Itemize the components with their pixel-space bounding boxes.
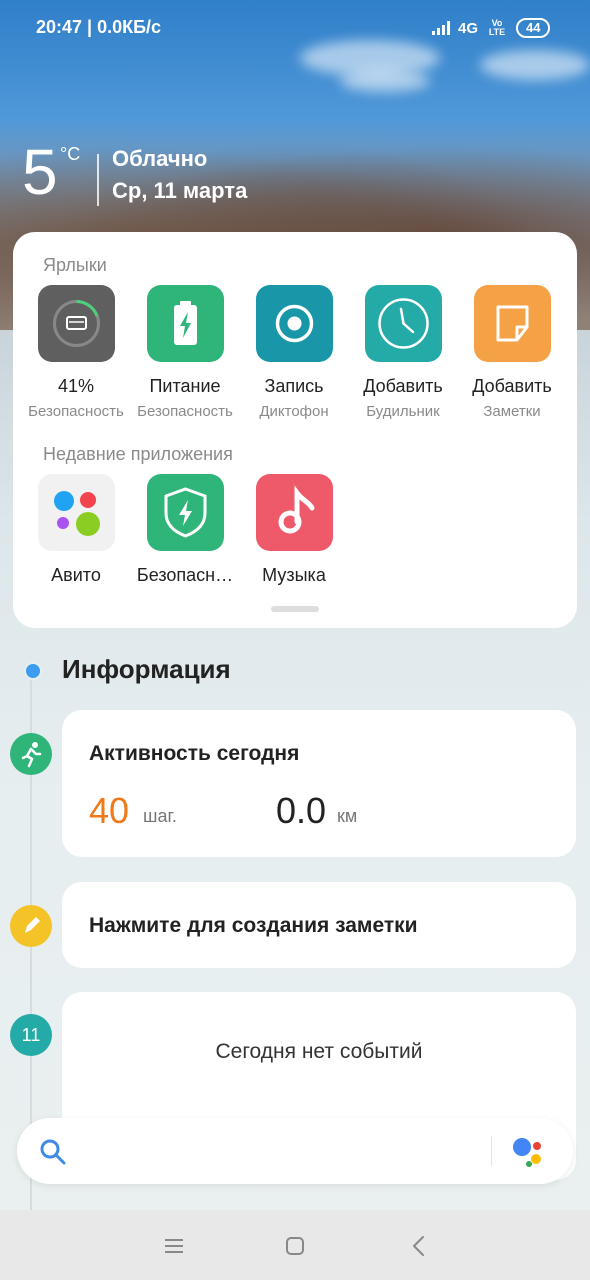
cleaner-icon <box>37 285 115 362</box>
weather-date: Ср, 11 марта <box>112 178 248 203</box>
music-icon <box>255 474 333 551</box>
info-dot-icon <box>24 662 42 680</box>
security-shield-icon <box>146 474 224 551</box>
recent-app-security[interactable]: Безопасн… <box>130 474 240 586</box>
search-icon <box>39 1138 67 1171</box>
activity-card[interactable]: Активность сегодня 40 шаг. 0.0 км <box>62 710 576 857</box>
recent-app-avito[interactable]: Авито <box>21 474 131 586</box>
shortcut-record[interactable]: Запись Диктофон <box>239 285 349 420</box>
google-assistant-icon[interactable] <box>510 1134 546 1175</box>
shortcut-note[interactable]: Добавить Заметки <box>457 285 567 420</box>
shortcuts-title: Ярлыки <box>43 255 107 275</box>
pencil-icon <box>10 905 52 947</box>
shortcuts-panel: Ярлыки 41% Безопасность Питание Безопасн… <box>13 232 577 628</box>
panel-drag-handle[interactable] <box>271 606 319 612</box>
recent-app-label: Авито <box>51 565 101 585</box>
battery-icon: 44 <box>516 18 551 38</box>
note-card[interactable]: Нажмите для создания заметки <box>62 882 576 968</box>
note-prompt: Нажмите для создания заметки <box>89 914 418 937</box>
shortcut-label: Добавить <box>363 376 443 396</box>
shortcut-label: Запись <box>264 376 324 396</box>
note-icon <box>473 285 551 362</box>
shortcut-power[interactable]: Питание Безопасность <box>130 285 240 420</box>
recent-app-label: Музыка <box>262 565 326 585</box>
weather-temperature: 5 <box>22 136 58 208</box>
shortcut-sublabel: Диктофон <box>259 403 329 420</box>
shortcut-cleaner[interactable]: 41% Безопасность <box>21 285 131 420</box>
clock-icon <box>364 285 442 362</box>
shortcut-label: Добавить <box>472 376 552 396</box>
avito-icon <box>37 474 115 551</box>
steps-unit: шаг. <box>143 806 177 826</box>
running-icon <box>10 733 52 775</box>
calendar-day-icon: 11 <box>10 1014 52 1056</box>
shortcut-sublabel: Безопасность <box>28 403 124 420</box>
weather-unit: °C <box>60 144 81 164</box>
shortcut-sublabel: Заметки <box>483 403 541 420</box>
battery-icon <box>146 285 224 362</box>
shortcut-sublabel: Будильник <box>366 403 440 420</box>
volte-icon: Vo LTE <box>488 18 506 37</box>
weather-condition: Облачно <box>112 146 208 171</box>
information-title: Информация <box>62 654 231 684</box>
distance-value: 0.0 <box>276 790 327 831</box>
shortcut-label: Питание <box>149 376 221 396</box>
menu-icon[interactable] <box>160 1232 188 1260</box>
search-bar[interactable] <box>17 1118 573 1184</box>
recent-app-music[interactable]: Музыка <box>239 474 349 586</box>
record-icon <box>255 285 333 362</box>
back-icon[interactable] <box>405 1232 433 1260</box>
calendar-empty-text: Сегодня нет событий <box>215 1040 423 1063</box>
shortcut-label: 41% <box>57 376 95 396</box>
shortcut-alarm[interactable]: Добавить Будильник <box>348 285 458 420</box>
status-bar: 20:47 | 0.0КБ/с 4G Vo LTE 44 <box>0 0 590 56</box>
distance-unit: км <box>337 806 358 826</box>
shortcut-sublabel: Безопасность <box>137 403 233 420</box>
recent-app-label: Безопасн… <box>136 565 234 585</box>
recent-apps-title: Недавние приложения <box>43 444 233 464</box>
signal-icon <box>432 21 450 35</box>
navigation-bar <box>0 1210 590 1280</box>
activity-title: Активность сегодня <box>89 742 300 765</box>
status-time: 20:47 | 0.0КБ/с <box>36 17 162 37</box>
home-icon[interactable] <box>281 1232 309 1260</box>
network-type: 4G <box>458 19 479 37</box>
steps-value: 40 <box>89 790 130 831</box>
